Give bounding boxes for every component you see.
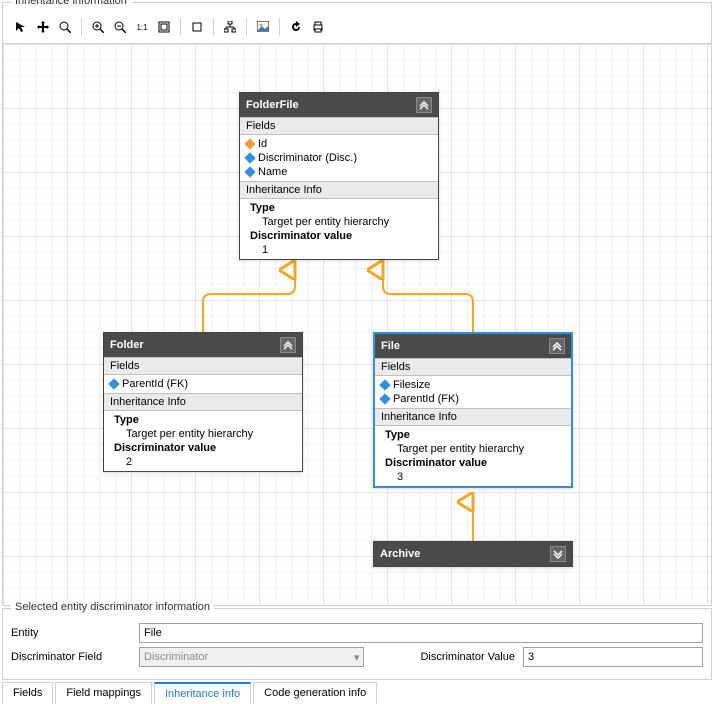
discvalue-label: Discriminator Value (420, 651, 515, 663)
entity-title: Folder (110, 339, 144, 351)
entity-title-bar[interactable]: Archive (374, 542, 572, 566)
separator (213, 18, 214, 36)
pointer-tool-icon[interactable] (11, 17, 31, 37)
field-row[interactable]: Name (244, 165, 434, 179)
diagram-toolbar: 1:1 (3, 11, 711, 44)
fields-body: Filesize ParentId (FK) (375, 376, 571, 408)
zoom-11-icon[interactable]: 1:1 (132, 17, 152, 37)
chevron-down-icon: ▾ (354, 651, 360, 664)
zoom-in-icon[interactable] (88, 17, 108, 37)
entity-title: Archive (380, 548, 420, 560)
field-row[interactable]: ParentId (FK) (379, 392, 567, 406)
pan-tool-icon[interactable] (33, 17, 53, 37)
collapse-icon[interactable] (549, 338, 565, 354)
zoom-out-icon[interactable] (110, 17, 130, 37)
tab-code-generation-info[interactable]: Code generation info (253, 682, 377, 704)
entity-label: Entity (11, 627, 131, 639)
entity-title-bar[interactable]: File (375, 334, 571, 358)
inheritance-body: Type Target per entity hierarchy Discrim… (104, 411, 302, 471)
panel-title: Inheritance information (11, 0, 131, 7)
field-icon (244, 166, 255, 177)
entity-title: File (381, 340, 400, 352)
fields-header: Fields (375, 358, 571, 376)
fields-body: ParentId (FK) (104, 375, 302, 393)
entity-folder[interactable]: Folder Fields ParentId (FK) Inheritance … (103, 332, 303, 472)
field-icon (379, 393, 390, 404)
fields-header: Fields (104, 357, 302, 375)
print-icon[interactable] (308, 17, 328, 37)
entity-title-bar[interactable]: FolderFile (240, 93, 438, 117)
collapse-icon[interactable] (280, 337, 296, 353)
fields-header: Fields (240, 117, 438, 135)
field-row[interactable]: Discriminator (Disc.) (244, 151, 434, 165)
image-export-icon[interactable] (253, 17, 273, 37)
field-icon (108, 378, 119, 389)
entity-title: FolderFile (246, 99, 299, 111)
inheritance-header: Inheritance Info (104, 393, 302, 411)
inheritance-body: Type Target per entity hierarchy Discrim… (375, 426, 571, 486)
entity-folderfile[interactable]: FolderFile Fields Id Discriminator (Disc… (239, 92, 439, 260)
entity-archive[interactable]: Archive (373, 541, 573, 567)
fields-body: Id Discriminator (Disc.) Name (240, 135, 438, 181)
hierarchy-icon[interactable] (220, 17, 240, 37)
diagram-canvas[interactable]: FolderFile Fields Id Discriminator (Disc… (3, 44, 711, 604)
refresh-icon[interactable] (286, 17, 306, 37)
field-row[interactable]: Filesize (379, 378, 567, 392)
actual-size-icon[interactable] (187, 17, 207, 37)
expand-icon[interactable] (550, 546, 566, 562)
separator (81, 18, 82, 36)
discfield-label: Discriminator Field (11, 651, 131, 663)
separator (279, 18, 280, 36)
tab-inheritance-info[interactable]: Inheritance info (154, 682, 251, 704)
entity-file[interactable]: File Fields Filesize ParentId (FK) Inher… (373, 332, 573, 488)
bottom-tabs: Fields Field mappings Inheritance info C… (2, 682, 712, 704)
separator (246, 18, 247, 36)
inheritance-header: Inheritance Info (240, 181, 438, 199)
field-row[interactable]: ParentId (FK) (108, 377, 298, 391)
discfield-combo[interactable]: Discriminator ▾ (139, 647, 364, 667)
discvalue-field[interactable] (523, 647, 703, 667)
inheritance-diagram-panel: Inheritance information 1:1 (2, 2, 712, 606)
discriminator-detail-panel: Selected entity discriminator informatio… (2, 608, 712, 680)
field-row[interactable]: Id (244, 137, 434, 151)
tab-field-mappings[interactable]: Field mappings (55, 682, 152, 704)
inheritance-body: Type Target per entity hierarchy Discrim… (240, 199, 438, 259)
zoom-area-icon[interactable] (55, 17, 75, 37)
entity-field[interactable] (139, 623, 703, 643)
entity-title-bar[interactable]: Folder (104, 333, 302, 357)
zoom-fit-icon[interactable] (154, 17, 174, 37)
inheritance-header: Inheritance Info (375, 408, 571, 426)
separator (180, 18, 181, 36)
field-icon (379, 379, 390, 390)
collapse-icon[interactable] (416, 97, 432, 113)
detail-panel-title: Selected entity discriminator informatio… (11, 601, 214, 613)
field-icon (244, 152, 255, 163)
pk-icon (244, 138, 255, 149)
tab-fields[interactable]: Fields (2, 682, 53, 704)
